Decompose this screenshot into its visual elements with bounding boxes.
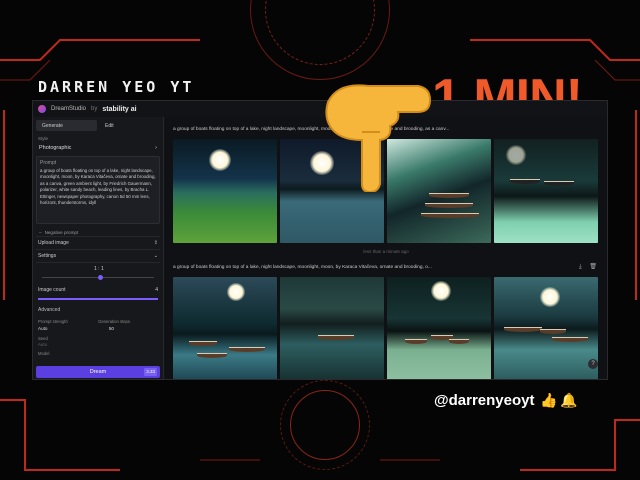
pointing-hand-emoji <box>325 84 432 192</box>
style-value: Photographic <box>39 144 72 151</box>
aspect-ratio-slider[interactable]: 1 : 1 <box>36 266 160 284</box>
chevron-down-icon: ⌄ <box>153 253 158 259</box>
partner-name: stability ai <box>102 105 137 113</box>
brand-name: DreamStudio <box>51 106 87 112</box>
upload-image-label: Upload image <box>38 240 69 246</box>
negative-prompt-input[interactable]: – Negative prompt <box>36 228 160 237</box>
tab-edit[interactable]: Edit <box>99 120 160 131</box>
trash-icon[interactable]: 🗑 <box>589 264 597 270</box>
seed-label: Seed <box>38 336 48 341</box>
tab-generate[interactable]: Generate <box>36 120 97 131</box>
aspect-ratio-value: 1 : 1 <box>94 266 104 272</box>
upload-icon: ⇪ <box>153 240 158 246</box>
negative-prompt-label: Negative prompt <box>44 229 79 235</box>
bell-icon: 🔔 <box>560 392 578 408</box>
settings-label: Settings <box>38 253 57 259</box>
prompt-strength-label: Prompt strength <box>38 319 68 324</box>
style-label: Style <box>38 136 49 141</box>
help-button[interactable]: ? <box>588 359 598 369</box>
dream-cost-badge: 3.33 <box>144 368 157 376</box>
generation-prompt: a group of boats floating on top of a la… <box>173 265 432 270</box>
generated-image[interactable] <box>387 277 491 379</box>
prompt-text: a group of boats floating on top of a la… <box>40 168 156 205</box>
image-count-row: Image count 4 <box>36 287 160 297</box>
params-labels: Prompt strength Generation steps <box>38 319 158 324</box>
minus-icon: – <box>39 229 42 235</box>
image-count-slider[interactable] <box>38 298 158 300</box>
aspect-ratio-knob[interactable] <box>98 275 103 280</box>
seed-value[interactable]: Auto <box>38 342 158 347</box>
generated-image[interactable] <box>280 277 384 379</box>
generation-steps-label: Generation steps <box>98 319 130 324</box>
generated-image[interactable] <box>173 277 277 379</box>
image-count-fill <box>38 298 158 300</box>
generation-actions: ⤓ 🗑 <box>579 263 597 271</box>
generated-image[interactable] <box>173 139 277 243</box>
prompt-strength-value[interactable]: Auto <box>38 326 47 331</box>
brand-by: by <box>91 106 98 112</box>
image-count-value: 4 <box>155 287 158 293</box>
chevron-right-icon: › <box>155 144 157 151</box>
dreamstudio-logo-icon <box>38 105 46 113</box>
params-values: Auto 50 <box>38 326 158 331</box>
settings-row[interactable]: Settings ⌄ <box>36 250 160 263</box>
channel-title: DARREN YEO YT <box>38 78 195 96</box>
dream-button-label: Dream <box>89 369 107 375</box>
prompt-input[interactable]: Prompt a group of boats floating on top … <box>36 156 160 224</box>
advanced-toggle[interactable]: Advanced <box>38 307 158 313</box>
generated-image[interactable] <box>494 139 598 243</box>
generation-age: less than a minute ago <box>363 249 409 254</box>
tab-edit-label: Edit <box>105 122 114 129</box>
generation-grid <box>173 277 598 379</box>
thumbs-up-icon: 👍 <box>540 392 558 408</box>
sidebar: Generate Edit Style Photographic › Promp… <box>33 117 164 379</box>
download-icon[interactable]: ⤓ <box>579 264 582 270</box>
tab-generate-label: Generate <box>42 122 63 129</box>
channel-handle: @darrenyeoyt <box>434 392 535 409</box>
style-select[interactable]: Photographic › <box>36 142 160 153</box>
advanced-label: Advanced <box>38 307 61 313</box>
generation-steps-value[interactable]: 50 <box>109 326 114 331</box>
image-count-label: Image count <box>38 287 66 293</box>
dream-button[interactable]: Dream 3.33 <box>36 366 160 378</box>
model-label: Model <box>38 351 50 356</box>
mode-tabs: Generate Edit <box>36 120 160 131</box>
upload-image-row[interactable]: Upload image ⇪ <box>36 237 160 250</box>
generated-image[interactable] <box>494 277 598 379</box>
prompt-label: Prompt <box>40 160 57 166</box>
